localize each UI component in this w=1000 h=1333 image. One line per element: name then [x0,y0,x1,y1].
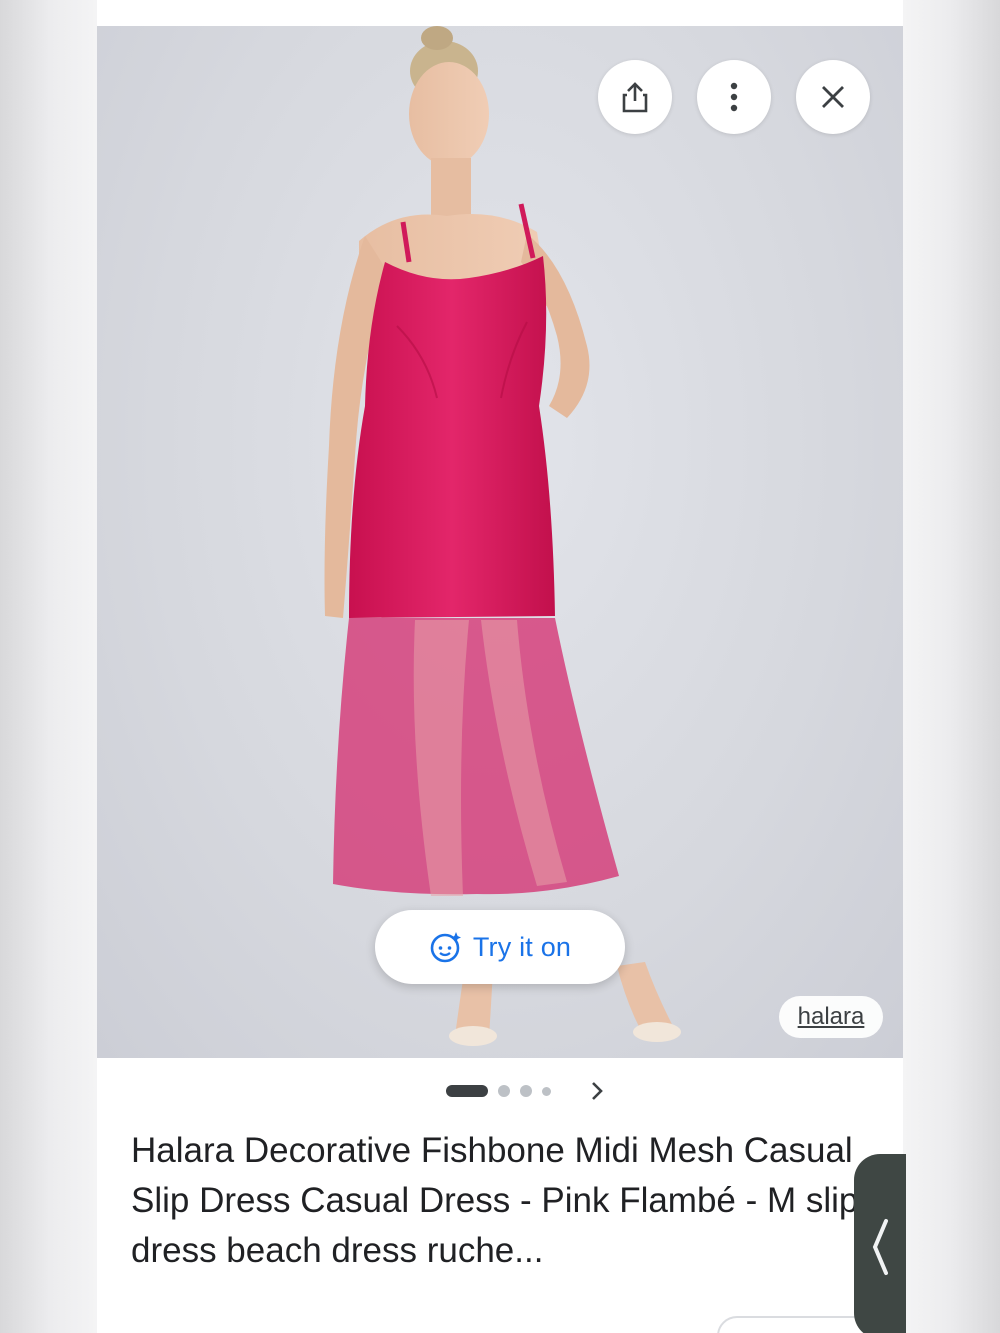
model-figure-illustration [324,26,681,1046]
carousel-dot-active[interactable] [446,1085,488,1097]
share-button[interactable] [598,60,672,134]
side-panel-handle[interactable] [854,1154,906,1333]
share-icon [622,82,648,113]
try-it-on-label: Try it on [472,931,572,962]
chevron-right-icon[interactable] [586,1079,608,1103]
more-vert-icon [730,82,738,112]
product-title[interactable]: Halara Decorative Fishbone Midi Mesh Cas… [131,1126,861,1276]
carousel-dot[interactable] [520,1085,532,1097]
product-photo[interactable]: Try it on halara [97,26,903,1058]
try-it-on-button[interactable]: Try it on [375,910,625,984]
source-label: halara [797,1003,865,1030]
carousel-indicator [446,1080,551,1102]
face-sparkle-icon [430,932,461,963]
carousel-dot[interactable] [542,1086,551,1096]
source-link[interactable]: halara [779,996,883,1038]
chevron-left-icon [872,1218,888,1275]
carousel-dot[interactable] [498,1085,510,1097]
close-button[interactable] [796,60,870,134]
close-icon [822,86,844,108]
image-viewer-card: Try it on halara Halara Decorative Fishb… [97,0,903,1333]
more-options-button[interactable] [697,60,771,134]
